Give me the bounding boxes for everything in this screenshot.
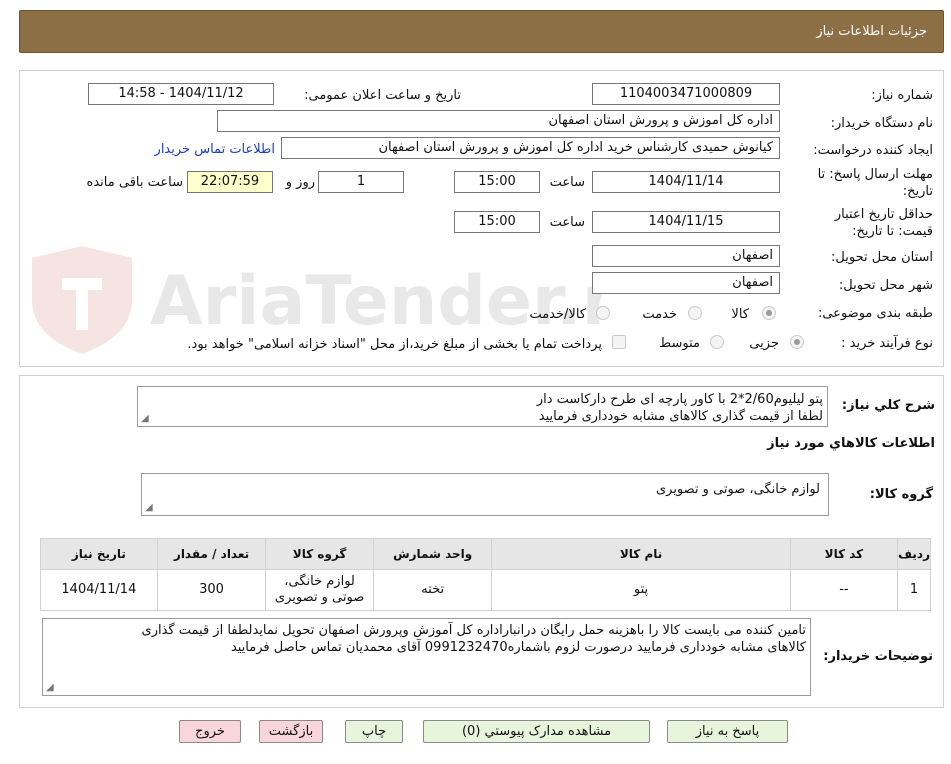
category-option-goods-service: کالا/خدمت	[529, 307, 586, 322]
category-radio-goods-service[interactable]	[596, 306, 610, 320]
buyer-label: نام دستگاه خریدار:	[830, 116, 933, 131]
city-label: شهر محل تحویل:	[838, 278, 933, 293]
validity-time-field: 15:00	[454, 211, 540, 233]
province-field: اصفهان	[592, 245, 780, 267]
remaining-label: ساعت باقی مانده	[86, 175, 183, 190]
validity-label: حداقل تاریخ اعتبار	[834, 207, 933, 222]
validity-time-label: ساعت	[549, 215, 585, 230]
print-button[interactable]: چاپ	[345, 720, 403, 743]
reply-button[interactable]: پاسخ به نیاز	[667, 720, 788, 743]
category-option-goods: کالا	[731, 307, 749, 322]
validity-date-field: 1404/11/15	[592, 211, 780, 233]
page-title: جزئیات اطلاعات نیاز	[816, 24, 927, 39]
remaining-time-field: 22:07:59	[187, 171, 273, 193]
process-radio-minor[interactable]	[790, 335, 804, 349]
item-date: 1404/11/14	[40, 569, 158, 611]
need-number-label: شماره نیاز:	[871, 88, 933, 103]
resize-grip-icon[interactable]: ◢	[46, 683, 54, 693]
item-quantity: 300	[156, 569, 267, 611]
goods-group-label: گروه کالا:	[869, 487, 933, 502]
resize-grip-icon[interactable]: ◢	[141, 414, 149, 424]
category-radio-service[interactable]	[688, 306, 702, 320]
buyer-notes-line-1: تامین کننده می بایست کالا را باهزینه حمل…	[141, 623, 806, 638]
item-group-line-1: لوازم خانگی،	[284, 574, 355, 589]
buyer-notes-line-2: کالاهای مشابه خودداری فرمایید درصورت لزو…	[230, 640, 806, 655]
category-label: طبقه بندی موضوعی:	[817, 306, 933, 321]
page-header: جزئیات اطلاعات نیاز	[19, 10, 944, 53]
column-header: کد کالا	[789, 538, 899, 570]
row-index: 1	[897, 569, 931, 611]
treasury-note: پرداخت تمام یا بخشی از مبلغ خرید،از محل …	[187, 337, 602, 352]
deadline-time-label: ساعت	[549, 175, 585, 190]
column-header: تعداد / مقدار	[156, 538, 267, 570]
buyer-contact-link[interactable]: اطلاعات تماس خریدار	[155, 142, 275, 157]
column-header: ردیف	[897, 538, 931, 570]
column-header: واحد شمارش	[372, 538, 493, 570]
process-option-medium: متوسط	[659, 336, 700, 351]
days-label: روز و	[285, 175, 315, 190]
goods-group-textarea[interactable]: لوازم خانگی، صوتی و تصویری ◢	[141, 473, 829, 516]
item-name: پتو	[491, 569, 791, 611]
category-radio-goods[interactable]	[762, 306, 776, 320]
province-label: استان محل تحویل:	[831, 250, 933, 265]
back-button[interactable]: بازگشت	[259, 720, 323, 743]
process-option-minor: جزیی	[749, 336, 779, 351]
validity-label-date: قیمت: تا تاریخ:	[852, 224, 933, 239]
item-unit: تخته	[372, 569, 493, 611]
item-group: لوازم خانگی، صوتی و تصویری	[265, 569, 374, 611]
deadline-label-date: تاریخ:	[902, 184, 933, 199]
item-code: --	[789, 569, 899, 611]
column-header: تاریخ نیاز	[40, 538, 158, 570]
exit-button[interactable]: خروج	[179, 720, 241, 743]
deadline-label: مهلت ارسال پاسخ: تا	[817, 167, 933, 182]
deadline-date-field: 1404/11/14	[592, 171, 780, 193]
goods-group-value: لوازم خانگی، صوتی و تصویری	[655, 482, 820, 497]
days-remaining-field: 1	[318, 171, 404, 193]
announce-label: تاریخ و ساعت اعلان عمومی:	[304, 88, 461, 103]
table-header-row: ردیف کد کالا نام کالا واحد شمارش گروه کا…	[40, 538, 931, 570]
creator-field: کیانوش حمیدی کارشناس خرید اداره کل اموزش…	[281, 137, 780, 159]
summary-line-1: پتو لیلیوم2/60*2 با کاور پارچه ای طرح دا…	[536, 392, 823, 407]
item-group-line-2: صوتی و تصویری	[274, 590, 365, 605]
deadline-time-field: 15:00	[454, 171, 540, 193]
summary-label: شرح كلي نياز:	[841, 398, 935, 413]
resize-grip-icon[interactable]: ◢	[145, 503, 153, 513]
goods-section-title: اطلاعات كالاهاي مورد نياز	[767, 436, 935, 451]
treasury-checkbox[interactable]	[612, 335, 626, 349]
view-attachments-button[interactable]: مشاهده مدارک پیوستي (0)	[423, 720, 650, 743]
process-radio-medium[interactable]	[710, 335, 724, 349]
summary-textarea[interactable]: پتو لیلیوم2/60*2 با کاور پارچه ای طرح دا…	[137, 386, 828, 427]
buyer-notes-label: توضیحات خریدار:	[823, 649, 933, 664]
creator-label: ایجاد کننده درخواست:	[813, 143, 933, 158]
items-table: ردیف کد کالا نام کالا واحد شمارش گروه کا…	[40, 538, 931, 611]
category-option-service: خدمت	[642, 307, 677, 322]
process-label: نوع فرآیند خرید :	[841, 336, 933, 351]
column-header: نام کالا	[491, 538, 791, 570]
column-header: گروه کالا	[265, 538, 374, 570]
need-number-field: 1104003471000809	[592, 83, 780, 105]
city-field: اصفهان	[592, 272, 780, 294]
table-row: 1 -- پتو تخته لوازم خانگی، صوتی و تصویری…	[40, 569, 931, 611]
buyer-field: اداره کل اموزش و پرورش استان اصفهان	[217, 110, 780, 132]
summary-line-2: لطفا از قیمت گذاری کالاهای مشابه خودداری…	[538, 409, 823, 424]
announce-field: 1404/11/12 - 14:58	[88, 83, 274, 105]
buyer-notes-textarea[interactable]: تامین کننده می بایست کالا را باهزینه حمل…	[42, 618, 811, 696]
